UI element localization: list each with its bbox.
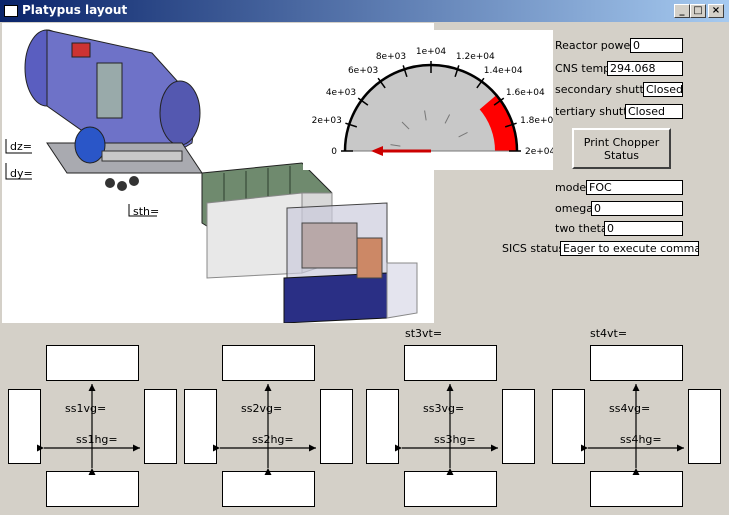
dy-label: dy= xyxy=(10,167,33,180)
dz-label: dz= xyxy=(10,140,32,153)
window-title: Platypus layout xyxy=(22,3,128,17)
print-chopper-status-button[interactable]: Print Chopper Status xyxy=(572,128,671,169)
print-chopper-label-line1: Print Chopper xyxy=(583,136,660,149)
slit-4-gap-arrows xyxy=(580,384,684,476)
gauge-tick-label: 1.8e+04 xyxy=(520,116,553,126)
gauge-tick-label: 2e+04 xyxy=(525,147,553,157)
sth-label: sth= xyxy=(133,205,160,218)
slit-2-gap-arrows xyxy=(212,384,316,476)
gauge-tick-label: 1.6e+04 xyxy=(506,88,545,98)
slit-2-vertical-gap-label: ss2vg= xyxy=(241,402,283,415)
gauge-tick-label: 1.2e+04 xyxy=(456,52,495,62)
slit-4-vertical-gap-label: ss4vg= xyxy=(609,402,651,415)
slit-2-top-blade xyxy=(222,345,315,381)
gauge-tick-label: 0 xyxy=(331,147,337,157)
tertiary-shutter-field: Closed xyxy=(625,104,683,119)
slit-4-horizontal-gap-label: ss4hg= xyxy=(620,433,662,446)
close-button[interactable]: × xyxy=(708,4,724,18)
omega-label: omega xyxy=(555,202,593,215)
mode-field: FOC xyxy=(586,180,683,195)
two-theta-field: 0 xyxy=(604,221,683,236)
slit-3-vertical-gap-label: ss3vg= xyxy=(423,402,465,415)
maximize-button[interactable]: □ xyxy=(690,4,706,18)
mode-label: mode xyxy=(555,181,587,194)
slit-3-top-blade xyxy=(404,345,497,381)
gauge-tick-label: 1.4e+04 xyxy=(484,66,523,76)
reactor-power-label: Reactor power xyxy=(555,39,635,52)
slit-2-horizontal-gap-label: ss2hg= xyxy=(252,433,294,446)
minimize-button[interactable]: _ xyxy=(674,4,690,18)
omega-field: 0 xyxy=(591,201,683,216)
window-icon xyxy=(4,5,18,17)
sics-status-field: Eager to execute commands xyxy=(560,241,699,256)
slit-3-gap-arrows xyxy=(394,384,498,476)
gauge-tick-label: 2e+03 xyxy=(312,116,342,126)
cns-temp-field: 294.068 xyxy=(607,61,683,76)
reactor-power-field: 0 xyxy=(630,38,683,53)
two-theta-label: two theta xyxy=(555,222,608,235)
gauge-tick-label: 6e+03 xyxy=(348,66,378,76)
print-chopper-label-line2: Status xyxy=(603,149,640,162)
reactor-power-gauge: 0 2e+03 4e+03 6e+03 8e+03 1e+04 1.2e+04 1.4e+04… xyxy=(312,47,560,157)
title-bar: Platypus layout xyxy=(0,0,729,22)
reactor-power-gauge-panel: 0 2e+03 4e+03 6e+03 8e+03 1e+04 1.2e+04 1.4e+04… xyxy=(303,30,560,170)
slit-4-top-blade xyxy=(590,345,683,381)
slit-1-gap-arrows xyxy=(36,384,140,476)
slit-3-horizontal-gap-label: ss3hg= xyxy=(434,433,476,446)
slit-1-top-blade xyxy=(46,345,139,381)
slit-1-vertical-gap-label: ss1vg= xyxy=(65,402,107,415)
gauge-tick-label: 4e+03 xyxy=(326,88,356,98)
gauge-tick-label: 1e+04 xyxy=(416,47,447,57)
gauge-tick-label: 8e+03 xyxy=(376,52,406,62)
secondary-shutter-field: Closed xyxy=(643,82,683,97)
st4vt-label: st4vt= xyxy=(590,327,628,340)
slit-1-horizontal-gap-label: ss1hg= xyxy=(76,433,118,446)
cns-temp-label: CNS temp xyxy=(555,62,611,75)
sics-status-label: SICS status xyxy=(502,242,565,255)
secondary-shutter-label: secondary shutter xyxy=(555,83,656,96)
st3vt-label: st3vt= xyxy=(405,327,443,340)
